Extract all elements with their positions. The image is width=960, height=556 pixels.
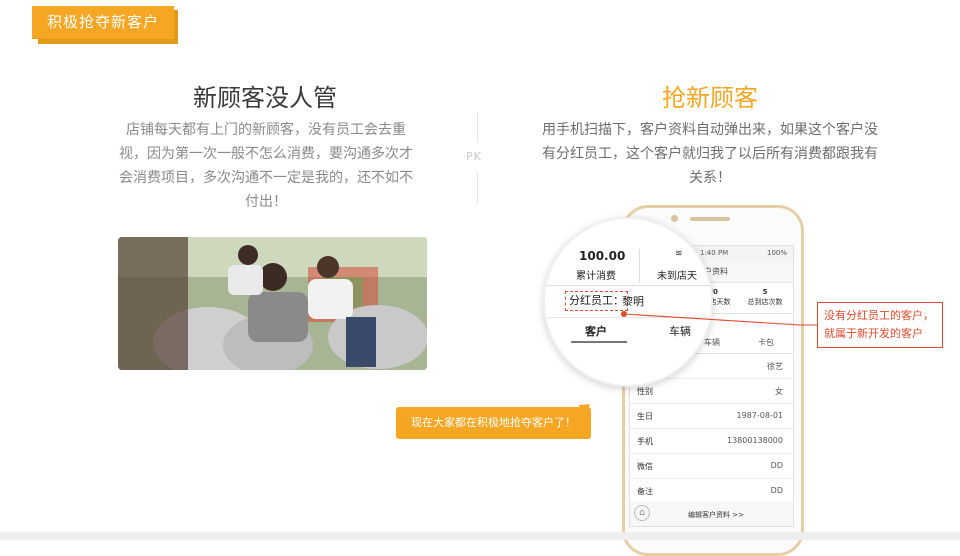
name-value: 徐艺 [767, 362, 783, 371]
row-value: 13800138000 [727, 436, 783, 445]
divider-top [477, 112, 478, 142]
tab-vehicle[interactable]: 车辆 [704, 337, 720, 348]
callout-line: 就属于新开发的客户 [824, 327, 923, 340]
magnifier-zoom: 100.00 累计消费 ≋ 未到店天 分红员工： 黎明 客户 车辆 [543, 217, 713, 387]
row-label: 手机 [637, 437, 653, 446]
tab-card[interactable]: 卡包 [758, 337, 774, 348]
callout-line: 没有分红员工的客户， [824, 309, 934, 322]
row-label: 备注 [637, 487, 653, 496]
right-description: 用手机扫描下，客户资料自动弹出来，如果这个客户没有分红员工，这个客户就归我了以后… [542, 122, 878, 186]
screen-footer: ⌂ 编辑客户资料 >> [630, 501, 793, 526]
phone-speaker [690, 217, 730, 221]
stat-label: 总到店次数 [747, 298, 783, 306]
edit-profile-link[interactable]: 编辑客户资料 >> [688, 510, 744, 520]
tab-vehicle-zoom[interactable]: 车辆 [669, 323, 691, 339]
orange-speech-bubble: 现在大家都在积极地抢夺客户了！ [396, 407, 591, 439]
left-description: 店铺每天都有上门的新顾客，没有员工会去重视，因为第一次一般不怎么消费，要沟通多次… [119, 122, 413, 210]
section-badge: 积极抢夺新客户 [32, 6, 174, 39]
zoom-separator [545, 317, 711, 318]
list-item[interactable]: 微信 DD [630, 453, 793, 479]
left-title: 新顾客没人管 [193, 84, 337, 112]
no-employee-callout: 没有分红员工的客户， 就属于新开发的客户 [817, 302, 943, 348]
row-label: 生日 [637, 412, 653, 421]
stat-value: 5 [762, 288, 768, 296]
row-label: 微信 [637, 462, 653, 471]
status-time: 1:40 PM [700, 249, 729, 257]
row-value: DD [770, 486, 783, 495]
employee-label: 分红员工： [565, 291, 628, 311]
battery-level: 100% [766, 249, 787, 257]
pk-label: PK [466, 150, 482, 163]
total-spend-value: 100.00 [579, 249, 626, 263]
phone-camera [671, 215, 678, 222]
row-value: 1987-08-01 [736, 411, 784, 420]
active-tab-underline [571, 341, 627, 343]
list-item[interactable]: 生日 1987-08-01 [630, 403, 793, 429]
total-spend-label: 累计消费 [576, 271, 616, 282]
photo-illustration [118, 237, 427, 370]
row-value: 女 [775, 387, 783, 396]
days-away-label: 未到店天 [657, 271, 697, 282]
row-value: DD [770, 461, 783, 470]
zoom-divider [639, 249, 640, 283]
right-title: 抢新顾客 [662, 84, 758, 112]
row-label: 性别 [637, 387, 653, 396]
list-item[interactable]: 备注 DD [630, 478, 793, 503]
stat-visits: 5 总到店次数 [740, 287, 790, 307]
employee-value: 黎明 [622, 295, 644, 308]
tab-customer[interactable]: 客户 [585, 323, 607, 339]
customers-photo [118, 237, 427, 370]
home-icon[interactable]: ⌂ [634, 505, 650, 521]
pointer-dot [621, 311, 627, 317]
zoom-separator [545, 285, 711, 286]
divider-bottom [477, 172, 478, 204]
signal-icon: ≋ [675, 249, 683, 259]
bottom-bar [0, 532, 960, 540]
list-item[interactable]: 手机 13800138000 [630, 428, 793, 454]
